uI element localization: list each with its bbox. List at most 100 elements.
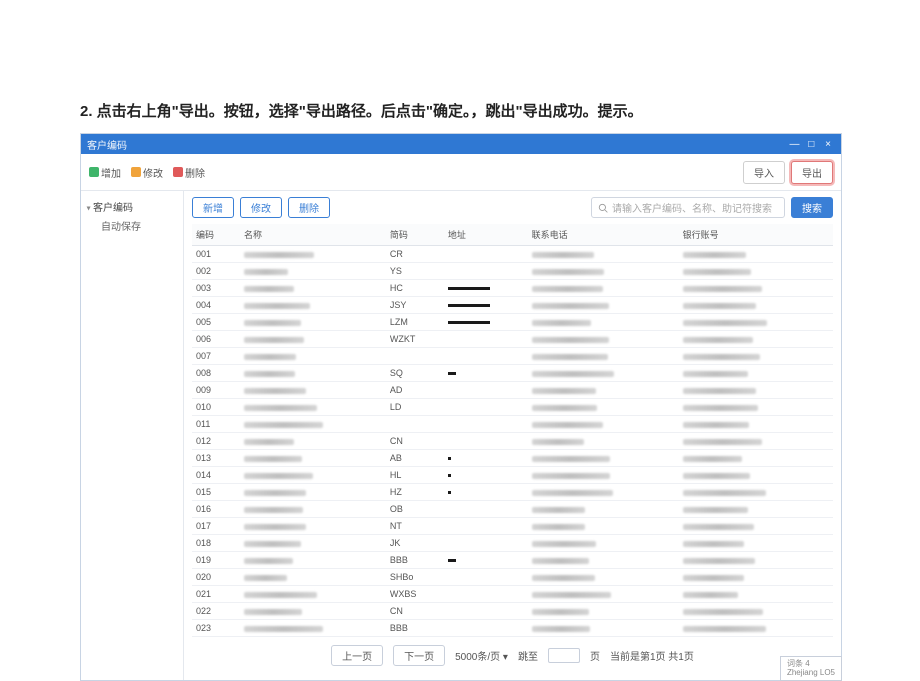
table-header[interactable]: 简码	[386, 224, 444, 246]
sidebar-parent-item[interactable]: 客户编码	[87, 199, 177, 214]
app-window: 客户编码 — □ × 增加 修改 删除 导入 导出 客户编码 自动保存	[80, 133, 842, 681]
table-row[interactable]: 009AD	[192, 382, 833, 399]
table-row[interactable]: 007	[192, 348, 833, 365]
cell-name	[240, 535, 386, 552]
maximize-button[interactable]: □	[804, 139, 818, 150]
table-row[interactable]: 010LD	[192, 399, 833, 416]
cell-code: 009	[192, 382, 240, 399]
add-button[interactable]: 新增	[192, 197, 234, 218]
table-row[interactable]: 022CN	[192, 603, 833, 620]
cell-name	[240, 365, 386, 382]
table-row[interactable]: 012CN	[192, 433, 833, 450]
cell-bank	[679, 484, 833, 501]
cell-code: 023	[192, 620, 240, 637]
cell-name	[240, 280, 386, 297]
table-header[interactable]: 地址	[444, 224, 528, 246]
cell-abbr: BBB	[386, 620, 444, 637]
cell-phone	[528, 297, 679, 314]
cell-bank	[679, 552, 833, 569]
cell-address	[444, 569, 528, 586]
sidebar-child-item[interactable]: 自动保存	[87, 218, 177, 233]
toolbar-delete[interactable]: 删除	[173, 165, 205, 180]
content-area: 新增 修改 删除 请输入客户编码、名称、助记符搜索 搜索	[184, 191, 841, 680]
search-button[interactable]: 搜索	[791, 197, 833, 218]
table-row[interactable]: 020SHBo	[192, 569, 833, 586]
cell-name	[240, 484, 386, 501]
cell-code: 005	[192, 314, 240, 331]
table-row[interactable]: 008SQ	[192, 365, 833, 382]
cell-address	[444, 399, 528, 416]
table-row[interactable]: 013AB	[192, 450, 833, 467]
cell-abbr: HZ	[386, 484, 444, 501]
table-row[interactable]: 005LZM	[192, 314, 833, 331]
cell-abbr: JSY	[386, 297, 444, 314]
pencil-icon	[131, 167, 141, 177]
cell-abbr: SHBo	[386, 569, 444, 586]
prev-page-button[interactable]: 上一页	[331, 645, 383, 666]
toolbar-add[interactable]: 增加	[89, 165, 121, 180]
sidebar: 客户编码 自动保存	[81, 191, 184, 680]
cell-code: 021	[192, 586, 240, 603]
cell-address	[444, 382, 528, 399]
cell-bank	[679, 297, 833, 314]
cell-bank	[679, 450, 833, 467]
cell-bank	[679, 501, 833, 518]
search-icon	[598, 203, 608, 213]
table-row[interactable]: 011	[192, 416, 833, 433]
cell-code: 006	[192, 331, 240, 348]
delete-button[interactable]: 删除	[288, 197, 330, 218]
table-row[interactable]: 016 OB	[192, 501, 833, 518]
cell-phone	[528, 399, 679, 416]
edit-button[interactable]: 修改	[240, 197, 282, 218]
export-button[interactable]: 导出	[791, 161, 833, 184]
cell-abbr: AB	[386, 450, 444, 467]
table-row[interactable]: 018JK	[192, 535, 833, 552]
minimize-button[interactable]: —	[787, 139, 801, 150]
cell-phone	[528, 433, 679, 450]
table-row[interactable]: 003HC	[192, 280, 833, 297]
cell-name	[240, 382, 386, 399]
cell-code: 014	[192, 467, 240, 484]
top-toolbar: 增加 修改 删除 导入 导出	[81, 154, 841, 191]
table-row[interactable]: 019BBB	[192, 552, 833, 569]
cell-code: 007	[192, 348, 240, 365]
cell-abbr: OB	[386, 501, 444, 518]
table-header[interactable]: 名称	[240, 224, 386, 246]
import-button[interactable]: 导入	[743, 161, 785, 184]
cell-abbr: BBB	[386, 552, 444, 569]
title-bar: 客户编码 — □ ×	[81, 134, 841, 154]
next-page-button[interactable]: 下一页	[393, 645, 445, 666]
table-row[interactable]: 001CR	[192, 246, 833, 263]
table-row[interactable]: 006WZKT	[192, 331, 833, 348]
cell-abbr: WXBS	[386, 586, 444, 603]
cell-name	[240, 331, 386, 348]
cell-phone	[528, 501, 679, 518]
table-row[interactable]: 021 WXBS	[192, 586, 833, 603]
cell-address	[444, 467, 528, 484]
table-header[interactable]: 联系电话	[528, 224, 679, 246]
cell-abbr	[386, 416, 444, 433]
page-size-select[interactable]: 5000条/页 ▾	[455, 648, 508, 663]
cell-code: 016	[192, 501, 240, 518]
table-row[interactable]: 023 BBB	[192, 620, 833, 637]
cell-code: 017	[192, 518, 240, 535]
table-row[interactable]: 015HZ	[192, 484, 833, 501]
cell-code: 001	[192, 246, 240, 263]
page-input[interactable]	[548, 648, 580, 663]
table-row[interactable]: 004JSY	[192, 297, 833, 314]
cell-name	[240, 314, 386, 331]
cell-address	[444, 280, 528, 297]
table-header[interactable]: 银行账号	[679, 224, 833, 246]
cell-phone	[528, 314, 679, 331]
cell-abbr: YS	[386, 263, 444, 280]
cell-bank	[679, 467, 833, 484]
cell-abbr: CN	[386, 433, 444, 450]
toolbar-edit[interactable]: 修改	[131, 165, 163, 180]
cell-address	[444, 535, 528, 552]
table-row[interactable]: 017NT	[192, 518, 833, 535]
table-row[interactable]: 002YS	[192, 263, 833, 280]
table-header[interactable]: 编码	[192, 224, 240, 246]
search-input[interactable]: 请输入客户编码、名称、助记符搜索	[591, 197, 785, 218]
table-row[interactable]: 014HL	[192, 467, 833, 484]
close-button[interactable]: ×	[821, 139, 835, 150]
